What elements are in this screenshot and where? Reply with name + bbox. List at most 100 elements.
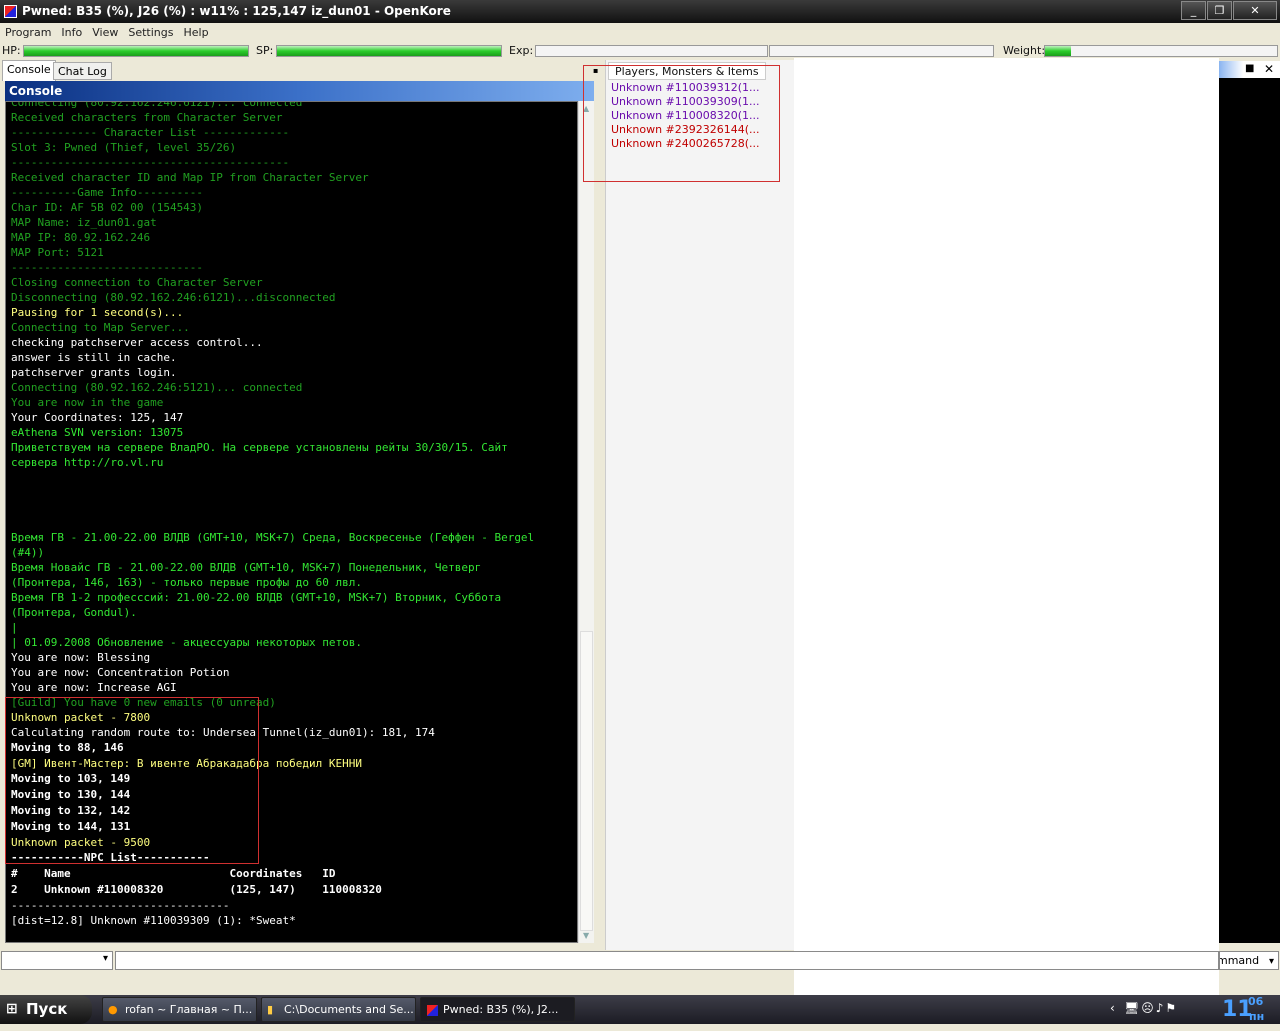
clock[interactable]: 11 06 пн <box>1222 995 1264 1024</box>
clock-day: пн <box>1249 1010 1265 1023</box>
console-line: Received character ID and Map IP from Ch… <box>11 171 369 184</box>
console-line: | <box>11 621 18 634</box>
highlight-box <box>583 65 780 182</box>
exp-base-bar <box>535 45 768 57</box>
domain-combobox[interactable]: ▾ <box>1 951 113 970</box>
console-line: (#4)) <box>11 546 45 559</box>
console-line: Received characters from Character Serve… <box>11 111 283 124</box>
close-icon[interactable]: ✕ <box>1264 62 1274 76</box>
console-line: ----------Game Info---------- <box>11 186 204 199</box>
weight-bar <box>1044 45 1278 57</box>
smiley-icon[interactable]: ☹ <box>1141 1001 1156 1015</box>
scroll-thumb[interactable] <box>580 631 593 931</box>
window-title: Pwned: B35 (%), J26 (%) : w11% : 125,147… <box>22 4 451 18</box>
right-pane-output <box>1219 78 1280 943</box>
language-flag-icon[interactable]: ⚑ <box>1165 1001 1178 1015</box>
console-line: You are now in the game <box>11 396 164 409</box>
menu-view[interactable]: View <box>92 26 118 39</box>
console-line: eAthena SVN version: 13075 <box>11 426 184 439</box>
command-combobox[interactable]: mmand ▾ <box>1219 951 1279 970</box>
maximize-icon[interactable]: ■ <box>1245 63 1254 74</box>
console-line: ----------------------------- <box>11 261 204 274</box>
exp-job-bar <box>769 45 994 57</box>
console-line: ------------- Character List -----------… <box>11 126 290 139</box>
chevron-down-icon: ▾ <box>1268 956 1274 967</box>
console-line: Connecting to Map Server... <box>11 321 190 334</box>
minimize-button[interactable]: _ <box>1181 1 1206 20</box>
tray-icons[interactable]: 🖥☹♪⚑ <box>1124 1001 1178 1015</box>
console-line: Время ГВ - 21.00-22.00 ВЛДВ (GMT+10, MSK… <box>11 531 535 544</box>
console-line: checking patchserver access control... <box>11 336 263 349</box>
console-line: 2 Unknown #110008320 (125, 147) 11000832… <box>11 883 382 896</box>
tab-chat-log[interactable]: Chat Log <box>53 62 112 80</box>
console-line: patchserver grants login. <box>11 366 177 379</box>
console-line: сервера http://ro.vl.ru <box>11 456 164 469</box>
console-scrollbar[interactable]: ▲ ▼ <box>578 101 594 943</box>
app-icon <box>4 5 17 18</box>
blank-overlay <box>794 58 1219 1003</box>
console-line: answer is still in cache. <box>11 351 177 364</box>
console-line: You are now: Increase AGI <box>11 681 177 694</box>
console-line: [dist=12.8] Unknown #110039309 (1): *Swe… <box>11 914 296 927</box>
openkore-icon <box>427 1005 438 1016</box>
console-line: --------------------------------- <box>11 899 230 912</box>
menu-info[interactable]: Info <box>61 26 82 39</box>
console-line: # Name Coordinates ID <box>11 867 336 880</box>
close-button[interactable]: ✕ <box>1233 1 1277 20</box>
sp-bar <box>276 45 502 57</box>
task-label: C:\Documents and Se... <box>284 1003 414 1016</box>
command-input[interactable] <box>115 951 1219 970</box>
console-line: Connecting (80.92.162.246:6121)... conne… <box>11 101 303 109</box>
console-line: You are now: Blessing <box>11 651 151 664</box>
menu-settings[interactable]: Settings <box>128 26 173 39</box>
console-header: Console <box>5 81 594 101</box>
menu-bar: Program Info View Settings Help <box>0 23 1280 43</box>
network-icon[interactable]: 🖥 <box>1124 1001 1141 1015</box>
sp-bar-fill <box>277 46 501 56</box>
start-button[interactable]: ⊞ Пуск <box>0 995 92 1024</box>
weight-bar-fill <box>1045 46 1071 56</box>
hp-label: HP: <box>2 44 21 57</box>
weight-label: Weight: <box>1003 44 1046 57</box>
console-line: Pausing for 1 second(s)... <box>11 306 184 319</box>
console-line: You are now: Concentration Potion <box>11 666 230 679</box>
console-line: MAP Name: iz_dun01.gat <box>11 216 157 229</box>
menu-program[interactable]: Program <box>5 26 51 39</box>
exp-label: Exp: <box>509 44 534 57</box>
task-openkore[interactable]: Pwned: B35 (%), J2... <box>420 997 575 1022</box>
taskbar: ⊞ Пуск ● rofan ~ Главная ~ П... ▮ C:\Docume… <box>0 995 1280 1024</box>
console-line: (Пронтера, Gondul). <box>11 606 137 619</box>
highlight-box <box>5 697 259 864</box>
tray-expand-icon[interactable]: ‹ <box>1110 1001 1115 1015</box>
start-label: Пуск <box>26 1000 68 1018</box>
console-line: Your Coordinates: 125, 147 <box>11 411 184 424</box>
console-line: (Пронтера, 146, 163) - только первые про… <box>11 576 362 589</box>
console-line: Connecting (80.92.162.246:5121)... conne… <box>11 381 303 394</box>
console-line: | 01.09.2008 Обновление - акцессуары нек… <box>11 636 362 649</box>
hp-bar-fill <box>24 46 248 56</box>
console-line: Closing connection to Character Server <box>11 276 263 289</box>
scroll-down-arrow-icon[interactable]: ▼ <box>583 931 589 940</box>
console-line: MAP IP: 80.92.162.246 <box>11 231 151 244</box>
console-line: MAP Port: 5121 <box>11 246 104 259</box>
console-line: Char ID: AF 5B 02 00 (154543) <box>11 201 204 214</box>
maximize-button[interactable]: ❐ <box>1207 1 1232 20</box>
tab-console[interactable]: Console <box>2 60 56 81</box>
console-line: Приветствуем на сервере ВладРО. На серве… <box>11 441 508 454</box>
console-line: Время ГВ 1-2 професссий: 21.00-22.00 ВЛД… <box>11 591 502 604</box>
speaker-icon[interactable]: ♪ <box>1156 1001 1166 1015</box>
task-firefox[interactable]: ● rofan ~ Главная ~ П... <box>102 997 257 1022</box>
command-combobox-value: mmand <box>1219 954 1260 967</box>
task-label: rofan ~ Главная ~ П... <box>125 1003 253 1016</box>
console-line: Время Новайс ГВ - 21.00-22.00 ВЛДВ (GMT+… <box>11 561 482 574</box>
folder-icon: ▮ <box>267 1003 274 1016</box>
chevron-down-icon: ▾ <box>102 953 108 964</box>
firefox-icon: ● <box>108 1003 118 1016</box>
menu-help[interactable]: Help <box>183 26 208 39</box>
task-explorer[interactable]: ▮ C:\Documents and Se... <box>261 997 416 1022</box>
console-line: Disconnecting (80.92.162.246:6121)...dis… <box>11 291 336 304</box>
